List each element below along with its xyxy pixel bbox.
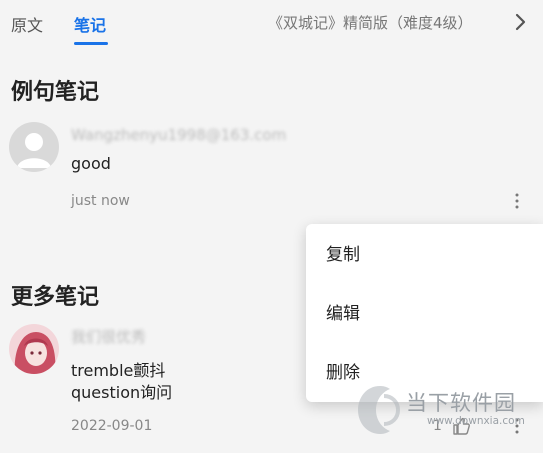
chevron-right-icon[interactable] xyxy=(511,11,531,33)
note-text-line: tremble颤抖 xyxy=(71,361,166,380)
menu-item-edit[interactable]: 编辑 xyxy=(306,285,543,343)
active-tab-indicator xyxy=(74,42,108,45)
note-username: Wangzhenyu1998@163.com xyxy=(71,126,287,144)
avatar[interactable] xyxy=(9,324,59,374)
example-notes-heading: 例句笔记 xyxy=(11,80,100,105)
default-user-icon xyxy=(17,133,51,168)
menu-item-copy[interactable]: 复制 xyxy=(306,226,543,284)
note-text-line: question询问 xyxy=(71,383,173,402)
watermark-text: 当下软件园 xyxy=(406,391,516,415)
watermark-url: www.downxia.com xyxy=(427,415,525,427)
context-menu: 复制 编辑 删除 xyxy=(306,224,543,402)
tab-notes[interactable]: 笔记 xyxy=(74,12,106,36)
avatar[interactable] xyxy=(9,122,59,172)
more-notes-heading: 更多笔记 xyxy=(11,285,100,310)
tab-original[interactable]: 原文 xyxy=(11,12,43,36)
more-options-icon[interactable] xyxy=(507,191,527,211)
note-text: good xyxy=(71,154,111,173)
note-username: 我们很优秀 xyxy=(71,328,147,346)
note-date: 2022-09-01 xyxy=(71,418,153,434)
note-timestamp: just now xyxy=(71,193,130,209)
book-title: 《双城记》精简版（难度4级） xyxy=(268,14,473,32)
user-avatar-image xyxy=(9,324,59,374)
